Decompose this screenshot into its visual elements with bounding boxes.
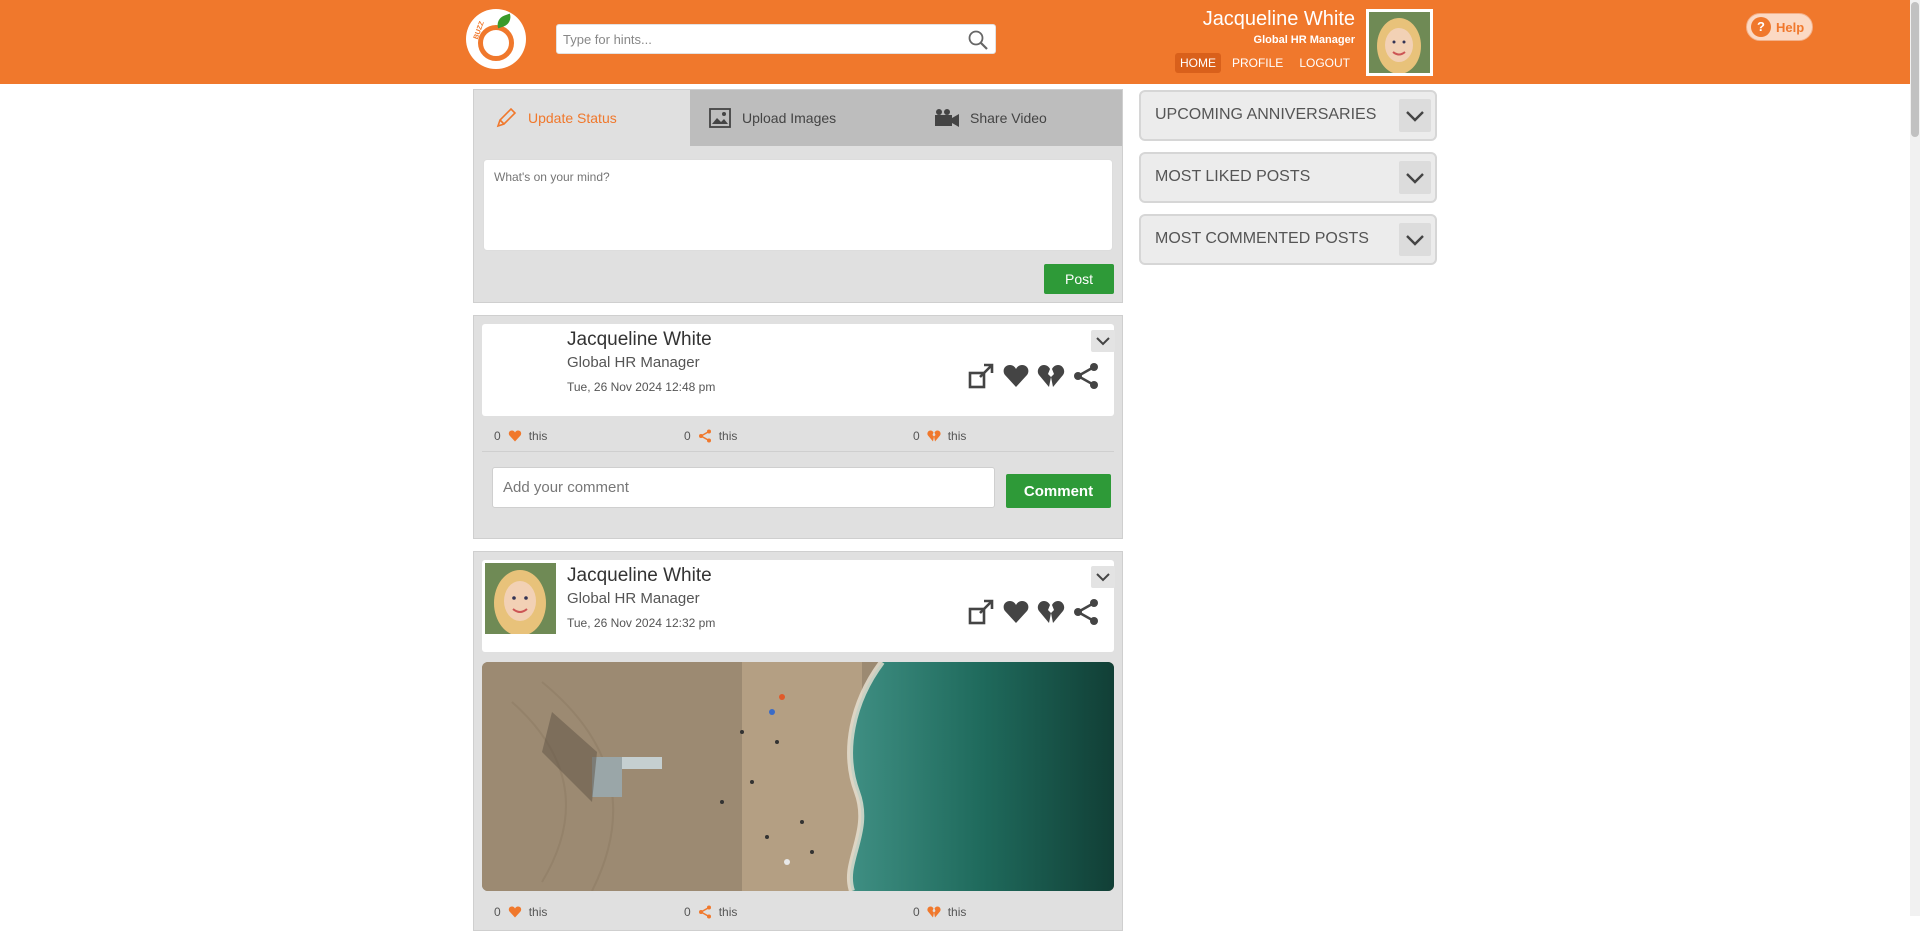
chevron-down-icon [1406,173,1424,184]
nav-logout[interactable]: LOGOUT [1294,53,1355,73]
divider [482,451,1114,452]
share-external-icon[interactable] [967,598,995,626]
heart-icon[interactable] [1002,598,1030,626]
post-author[interactable]: Jacqueline White [567,565,712,587]
post-author-role: Global HR Manager [567,590,700,607]
share-icon[interactable] [1072,598,1100,626]
comment-input[interactable] [492,467,995,508]
post-avatar[interactable] [485,563,556,634]
nav-profile[interactable]: PROFILE [1227,53,1288,73]
main-nav: HOME PROFILE LOGOUT [1174,53,1355,73]
chevron-down-icon [1096,573,1110,582]
heart-icon[interactable] [1002,362,1030,390]
status-composer: Update Status Upload Images Share Video … [473,89,1123,303]
post-card: Jacqueline White Global HR Manager Tue, … [473,315,1123,539]
buzz-logo[interactable]: BUZZ [466,9,526,69]
post-actions [967,598,1100,626]
post-avatar-empty [485,327,556,398]
image-icon [709,108,731,128]
composer-tabs: Update Status Upload Images Share Video [474,90,1122,146]
expand-button[interactable] [1399,99,1431,132]
nav-home[interactable]: HOME [1174,53,1221,73]
header-user-name: Jacqueline White [1202,8,1355,30]
post-header: Jacqueline White Global HR Manager Tue, … [482,324,1115,416]
share-icon [698,429,711,443]
chevron-down-icon [1406,111,1424,122]
share-stat[interactable]: 0 this [684,905,737,919]
video-camera-icon [935,109,959,127]
widget-most-commented-posts[interactable]: MOST COMMENTED POSTS [1139,214,1437,265]
chevron-down-icon [1406,235,1424,246]
post-author-role: Global HR Manager [567,354,700,371]
unlike-stat[interactable]: 0 this [913,905,966,919]
help-button[interactable]: ? Help [1746,13,1813,41]
page-scrollbar[interactable] [1910,0,1920,916]
post-actions [967,362,1100,390]
tab-share-video[interactable]: Share Video [906,90,1122,146]
broken-heart-icon [927,906,941,918]
post-date: Tue, 26 Nov 2024 12:48 pm [567,380,716,394]
like-stat[interactable]: 0 this [494,905,547,919]
search-bar [556,24,996,54]
heart-icon [508,906,521,918]
widget-upcoming-anniversaries[interactable]: UPCOMING ANNIVERSARIES [1139,90,1437,141]
post-header: Jacqueline White Global HR Manager Tue, … [482,560,1115,652]
broken-heart-icon[interactable] [1037,598,1065,626]
tab-update-status[interactable]: Update Status [474,90,690,146]
like-stat[interactable]: 0 this [494,429,547,443]
post-button[interactable]: Post [1044,264,1114,294]
status-input[interactable] [483,159,1113,251]
post-date: Tue, 26 Nov 2024 12:32 pm [567,616,716,630]
post-author[interactable]: Jacqueline White [567,329,712,351]
share-external-icon[interactable] [967,362,995,390]
post-options-button[interactable] [1091,330,1115,352]
tab-upload-images[interactable]: Upload Images [690,90,906,146]
post-options-button[interactable] [1091,566,1115,588]
question-icon: ? [1751,17,1771,37]
expand-button[interactable] [1399,223,1431,256]
header-user-role: Global HR Manager [1253,34,1355,46]
heart-icon [508,430,521,442]
chevron-down-icon [1096,337,1110,346]
search-icon[interactable] [967,29,989,51]
share-stat[interactable]: 0 this [684,429,737,443]
share-icon[interactable] [1072,362,1100,390]
broken-heart-icon[interactable] [1037,362,1065,390]
pencil-icon [496,107,517,128]
post-stats: 0 this 0 this 0 this [482,897,1114,927]
top-header: BUZZ Jacqueline White Global HR Manager … [0,0,1920,84]
search-input[interactable] [563,25,943,53]
post-card: Jacqueline White Global HR Manager Tue, … [473,551,1123,931]
expand-button[interactable] [1399,161,1431,194]
post-stats: 0 this 0 this 0 this [482,421,1114,451]
post-image[interactable] [482,662,1114,891]
broken-heart-icon [927,430,941,442]
share-icon [698,905,711,919]
header-avatar[interactable] [1366,9,1433,76]
unlike-stat[interactable]: 0 this [913,429,966,443]
comment-button[interactable]: Comment [1006,474,1111,508]
widget-most-liked-posts[interactable]: MOST LIKED POSTS [1139,152,1437,203]
